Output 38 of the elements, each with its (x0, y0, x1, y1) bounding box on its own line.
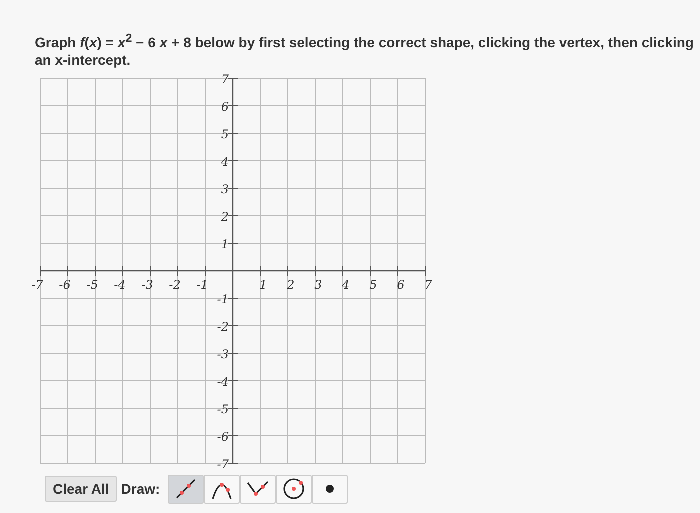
axis-label: 1 (221, 237, 229, 252)
draw-label: Draw: (121, 481, 160, 498)
axis-label: 7 (424, 278, 432, 292)
question-text: Graph f(x) = x$^{2}$ − 6 x + 8 below by first selecting the correct shape, clicking the vertex, then clicking an x-intercept. (35, 31, 695, 69)
axis-label: -5 (217, 402, 229, 416)
axis-label: -4 (114, 278, 126, 292)
axis-label: -3 (217, 347, 229, 362)
axis-label: 5 (370, 278, 378, 292)
axis-label: -6 (217, 430, 229, 444)
axis-label: 6 (221, 100, 229, 114)
axis-label: 7 (221, 72, 229, 86)
draw-tool-button[interactable] (240, 474, 276, 504)
axis-label: 1 (260, 278, 268, 292)
axis-label: -1 (196, 278, 208, 292)
axis-label: 4 (342, 278, 350, 292)
axis-label: 3 (221, 182, 229, 196)
axis-label: -5 (86, 278, 98, 292)
draw-tool-button[interactable] (168, 474, 204, 504)
circle-tool-icon (282, 477, 306, 502)
axis-label: 2 (287, 278, 295, 292)
axis-label: -3 (142, 278, 154, 292)
axis-label: -2 (217, 320, 229, 334)
draw-tool-button[interactable] (312, 474, 348, 504)
axis-label: -7 (217, 457, 229, 472)
axis-label: 3 (314, 278, 322, 292)
axis-label: -1 (217, 292, 229, 306)
axis-label: 4 (221, 154, 229, 169)
axis-label: 5 (221, 127, 229, 142)
axis-label: -7 (32, 278, 44, 292)
clear-all-button[interactable]: Clear All (45, 476, 118, 502)
axis-label: 6 (397, 278, 405, 292)
axis-label: -6 (59, 278, 71, 292)
draw-tool-button[interactable] (276, 474, 312, 504)
axis-label: 2 (221, 210, 229, 224)
axis-label: -2 (169, 278, 181, 292)
line-tool-icon (174, 477, 198, 502)
draw-tool-button[interactable] (204, 474, 240, 504)
axis-label: -4 (217, 374, 229, 389)
